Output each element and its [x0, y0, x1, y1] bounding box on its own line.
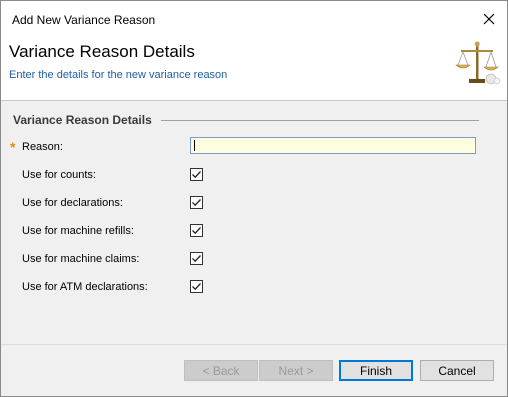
use-for-machine-refills-checkbox[interactable]: [190, 224, 203, 237]
use-for-atm-declarations-checkbox[interactable]: [190, 280, 203, 293]
use-for-atm-declarations-label: Use for ATM declarations:: [22, 281, 148, 293]
required-indicator: *: [10, 139, 16, 155]
title-bar: Add New Variance Reason: [1, 1, 507, 37]
text-cursor: [194, 140, 195, 151]
use-for-counts-checkbox[interactable]: [190, 168, 203, 181]
section-divider: [161, 120, 479, 121]
checkmark-icon: [192, 227, 201, 235]
wizard-header: Variance Reason Details Enter the detail…: [1, 37, 507, 99]
use-for-machine-claims-checkbox[interactable]: [190, 252, 203, 265]
reason-label: Reason:: [22, 141, 63, 153]
page-subtitle: Enter the details for the new variance r…: [9, 69, 228, 81]
close-icon: [483, 13, 495, 25]
scales-icon: [455, 41, 501, 85]
use-for-declarations-checkbox[interactable]: [190, 196, 203, 209]
checkmark-icon: [192, 255, 201, 263]
use-for-counts-label: Use for counts:: [22, 169, 96, 181]
page-title: Variance Reason Details: [9, 42, 195, 61]
section-title: Variance Reason Details: [13, 113, 158, 127]
checkmark-icon: [192, 199, 201, 207]
reason-input[interactable]: [190, 137, 476, 154]
back-button[interactable]: < Back: [184, 360, 258, 381]
checkmark-icon: [192, 283, 201, 291]
form-panel: Variance Reason Details * Reason: Use fo…: [1, 101, 507, 344]
use-for-declarations-label: Use for declarations:: [22, 197, 123, 209]
dialog-window: Add New Variance Reason Variance Reason …: [0, 0, 508, 397]
finish-button[interactable]: Finish: [339, 360, 413, 381]
cancel-button[interactable]: Cancel: [420, 360, 494, 381]
checkmark-icon: [192, 171, 201, 179]
next-button[interactable]: Next >: [259, 360, 333, 381]
use-for-machine-claims-label: Use for machine claims:: [22, 253, 140, 265]
window-title: Add New Variance Reason: [12, 13, 156, 27]
button-bar: < Back Next > Finish Cancel: [1, 345, 507, 396]
close-button[interactable]: [477, 7, 501, 31]
use-for-machine-refills-label: Use for machine refills:: [22, 225, 134, 237]
